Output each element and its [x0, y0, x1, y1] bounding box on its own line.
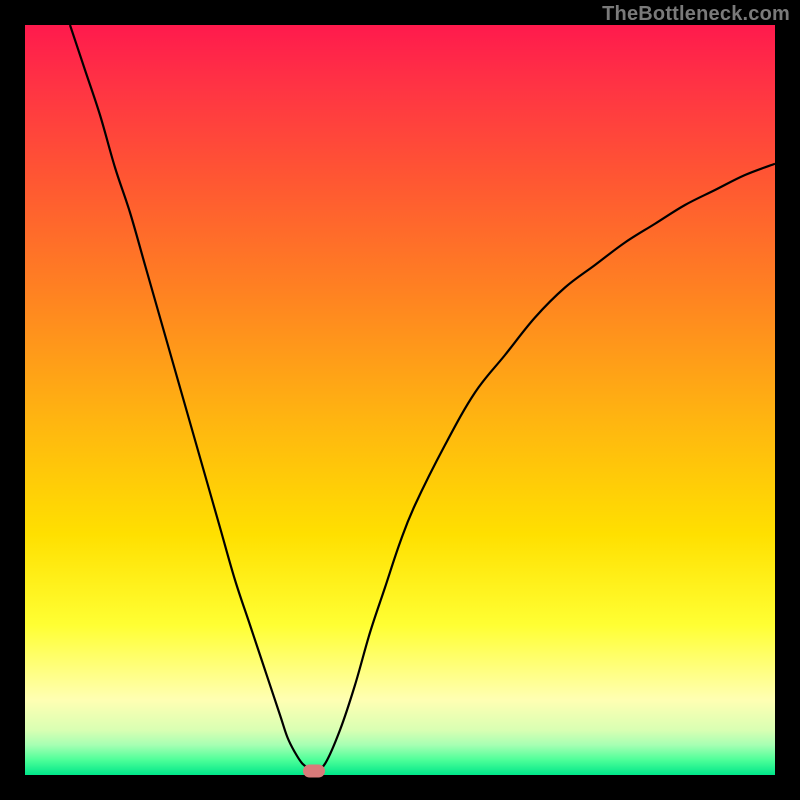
- outer-frame: TheBottleneck.com: [0, 0, 800, 800]
- optimum-marker: [303, 764, 325, 777]
- watermark-text: TheBottleneck.com: [602, 3, 790, 26]
- plot-gradient-background: [25, 25, 775, 775]
